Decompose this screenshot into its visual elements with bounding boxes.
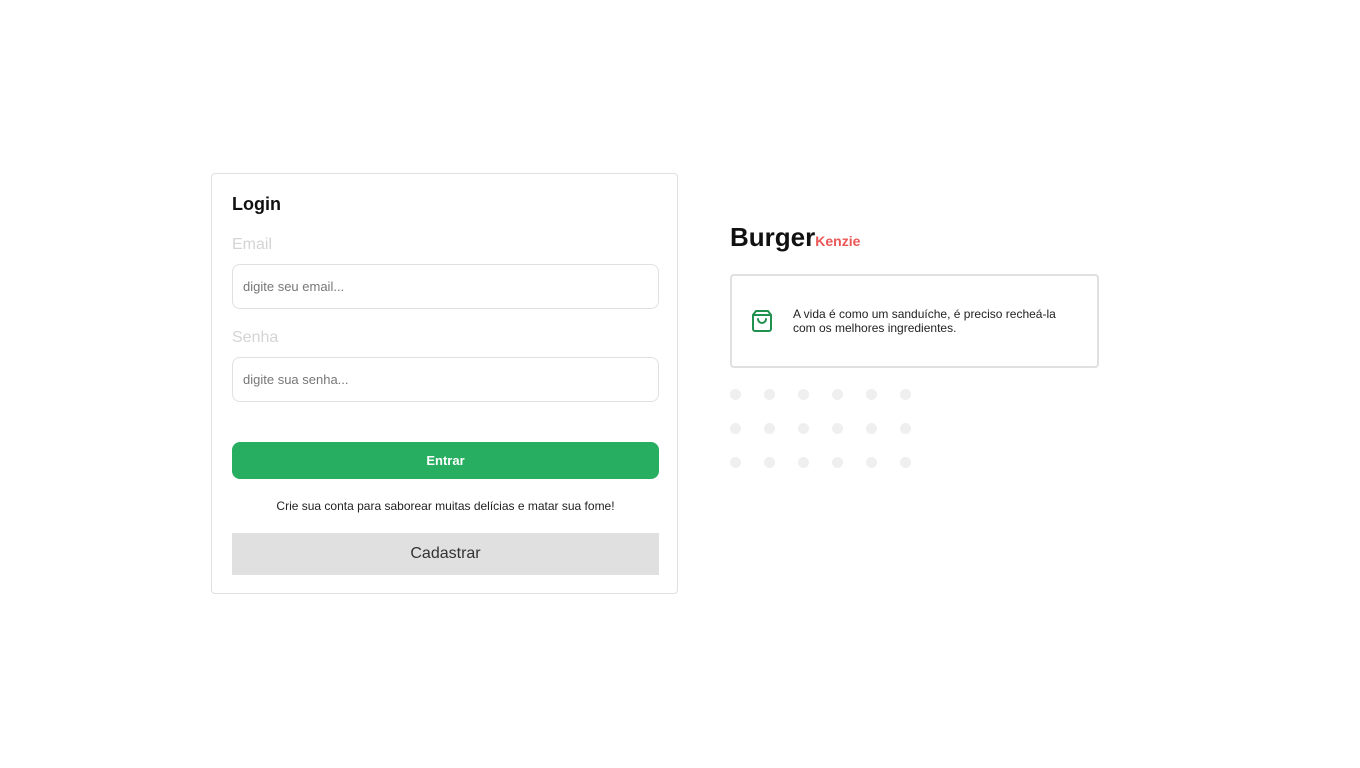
email-input[interactable]	[232, 264, 659, 309]
decorative-dot	[764, 423, 775, 434]
login-title: Login	[232, 194, 281, 214]
signup-hint: Crie sua conta para saborear muitas delí…	[276, 499, 615, 513]
decorative-dot	[798, 423, 809, 434]
password-label: Senha	[232, 329, 279, 346]
decorative-dot	[866, 389, 877, 400]
signup-button[interactable]: Cadastrar	[232, 533, 659, 575]
decorative-dot	[900, 457, 911, 468]
decorative-dot	[764, 457, 775, 468]
decorative-dot	[764, 389, 775, 400]
password-input[interactable]	[232, 357, 659, 402]
decorative-dot	[730, 389, 741, 400]
decorative-dot	[730, 457, 741, 468]
decorative-dot	[900, 423, 911, 434]
decorative-dot	[900, 389, 911, 400]
decorative-dot	[832, 423, 843, 434]
decorative-dot	[832, 457, 843, 468]
decorative-dots	[730, 389, 920, 469]
shopping-bag-icon	[752, 310, 772, 332]
login-button[interactable]: Entrar	[232, 442, 659, 479]
login-page: Login Email Senha Entrar Crie sua conta …	[0, 0, 1360, 768]
decorative-dot	[866, 423, 877, 434]
decorative-dot	[798, 389, 809, 400]
decorative-dot	[798, 457, 809, 468]
decorative-dot	[730, 423, 741, 434]
login-card: Login Email Senha Entrar Crie sua conta …	[211, 173, 678, 594]
info-text: A vida é como um sanduíche, é preciso re…	[793, 307, 1056, 335]
decorative-dot	[832, 389, 843, 400]
brand-name: Burger	[730, 222, 816, 252]
brand-logo: BurgerKenzie	[730, 222, 860, 253]
info-card: A vida é como um sanduíche, é preciso re…	[730, 274, 1099, 368]
email-label: Email	[232, 236, 273, 253]
decorative-dot	[866, 457, 877, 468]
brand-suffix: Kenzie	[815, 233, 861, 249]
